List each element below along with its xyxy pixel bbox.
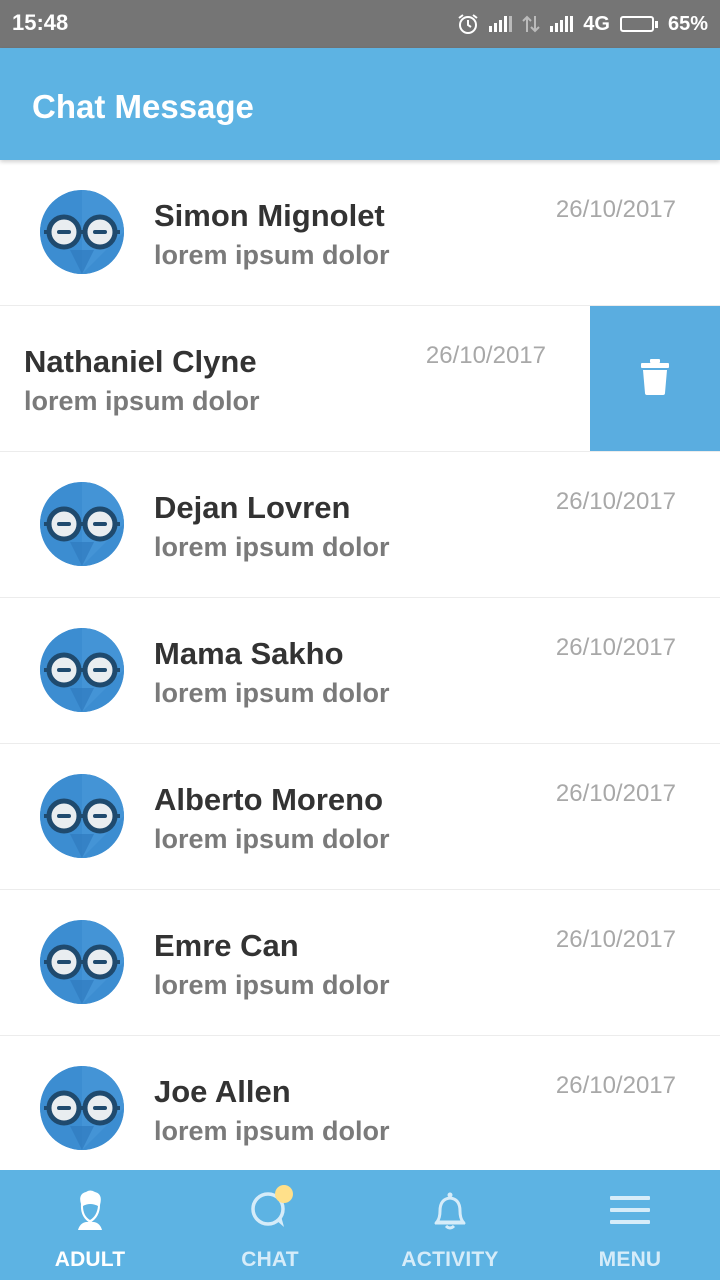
- chat-preview: lorem ipsum dolor: [154, 678, 390, 708]
- glasses-avatar-icon: [40, 920, 124, 1004]
- glasses-avatar-icon: [40, 1066, 124, 1150]
- chat-item-nathaniel-clyne[interactable]: Nathaniel Clyne lorem ipsum dolor 26/10/…: [0, 306, 720, 452]
- nav-label: ACTIVITY: [401, 1248, 499, 1271]
- chat-item-emre-can[interactable]: Emre Can lorem ipsum dolor 26/10/2017: [0, 890, 720, 1036]
- chat-name: Emre Can: [154, 928, 299, 963]
- chat-item-joe-allen[interactable]: Joe Allen lorem ipsum dolor 26/10/2017: [0, 1036, 720, 1170]
- chat-preview: lorem ipsum dolor: [154, 532, 390, 562]
- chat-date: 26/10/2017: [425, 342, 546, 369]
- chat-preview: lorem ipsum dolor: [154, 240, 390, 270]
- chat-preview: lorem ipsum dolor: [154, 970, 390, 1000]
- status-time: 15:48: [12, 10, 69, 35]
- app-bar: Chat Message: [0, 48, 720, 160]
- notification-dot: [275, 1185, 293, 1203]
- battery-percent: 65%: [667, 12, 708, 35]
- chat-date: 26/10/2017: [555, 780, 676, 807]
- nav-activity[interactable]: ACTIVITY: [360, 1170, 540, 1280]
- chat-item-alberto-moreno[interactable]: Alberto Moreno lorem ipsum dolor 26/10/2…: [0, 744, 720, 890]
- delete-button[interactable]: [590, 306, 720, 451]
- signal-icon: [489, 16, 513, 32]
- bottom-nav: ADULT CHAT ACTIVITY MENU: [0, 1170, 720, 1280]
- menu-icon: [606, 1188, 654, 1232]
- battery-icon: [619, 16, 658, 32]
- trash-icon: [640, 358, 670, 400]
- nav-label: CHAT: [241, 1248, 299, 1271]
- glasses-avatar-icon: [40, 190, 124, 274]
- bell-icon: [426, 1188, 474, 1232]
- nav-label: MENU: [598, 1248, 662, 1271]
- chat-bubble-icon: [246, 1185, 294, 1232]
- nav-chat[interactable]: CHAT: [180, 1170, 360, 1280]
- status-icons: 4G 65%: [457, 10, 708, 38]
- nav-menu[interactable]: MENU: [540, 1170, 720, 1280]
- chat-date: 26/10/2017: [555, 1072, 676, 1099]
- chat-item-mama-sakho[interactable]: Mama Sakho lorem ipsum dolor 26/10/2017: [0, 598, 720, 744]
- alarm-icon: [457, 13, 479, 35]
- chat-preview: lorem ipsum dolor: [24, 386, 260, 416]
- chat-name: Joe Allen: [154, 1074, 291, 1109]
- chat-list[interactable]: Simon Mignolet lorem ipsum dolor 26/10/2…: [0, 160, 720, 1170]
- person-head-icon: [66, 1188, 114, 1232]
- chat-name: Simon Mignolet: [154, 198, 385, 233]
- chat-name: Mama Sakho: [154, 636, 344, 671]
- glasses-avatar-icon: [40, 628, 124, 712]
- chat-name: Dejan Lovren: [154, 490, 351, 525]
- chat-name: Alberto Moreno: [154, 782, 384, 817]
- chat-name: Nathaniel Clyne: [24, 344, 257, 379]
- network-type: 4G: [583, 12, 610, 35]
- chat-item-simon-mignolet[interactable]: Simon Mignolet lorem ipsum dolor 26/10/2…: [0, 160, 720, 306]
- chat-preview: lorem ipsum dolor: [154, 824, 390, 854]
- data-transfer-icon: [522, 14, 540, 34]
- glasses-avatar-icon: [40, 482, 124, 566]
- page-title: Chat Message: [32, 88, 254, 125]
- status-bar: 15:48 4G 65%: [0, 0, 720, 48]
- chat-date: 26/10/2017: [555, 196, 676, 223]
- chat-date: 26/10/2017: [555, 488, 676, 515]
- chat-item-dejan-lovren[interactable]: Dejan Lovren lorem ipsum dolor 26/10/201…: [0, 452, 720, 598]
- nav-label: ADULT: [54, 1248, 126, 1271]
- glasses-avatar-icon: [40, 774, 124, 858]
- chat-date: 26/10/2017: [555, 634, 676, 661]
- chat-date: 26/10/2017: [555, 926, 676, 953]
- chat-preview: lorem ipsum dolor: [154, 1116, 390, 1146]
- nav-adult[interactable]: ADULT: [0, 1170, 180, 1280]
- signal-icon: [550, 16, 574, 32]
